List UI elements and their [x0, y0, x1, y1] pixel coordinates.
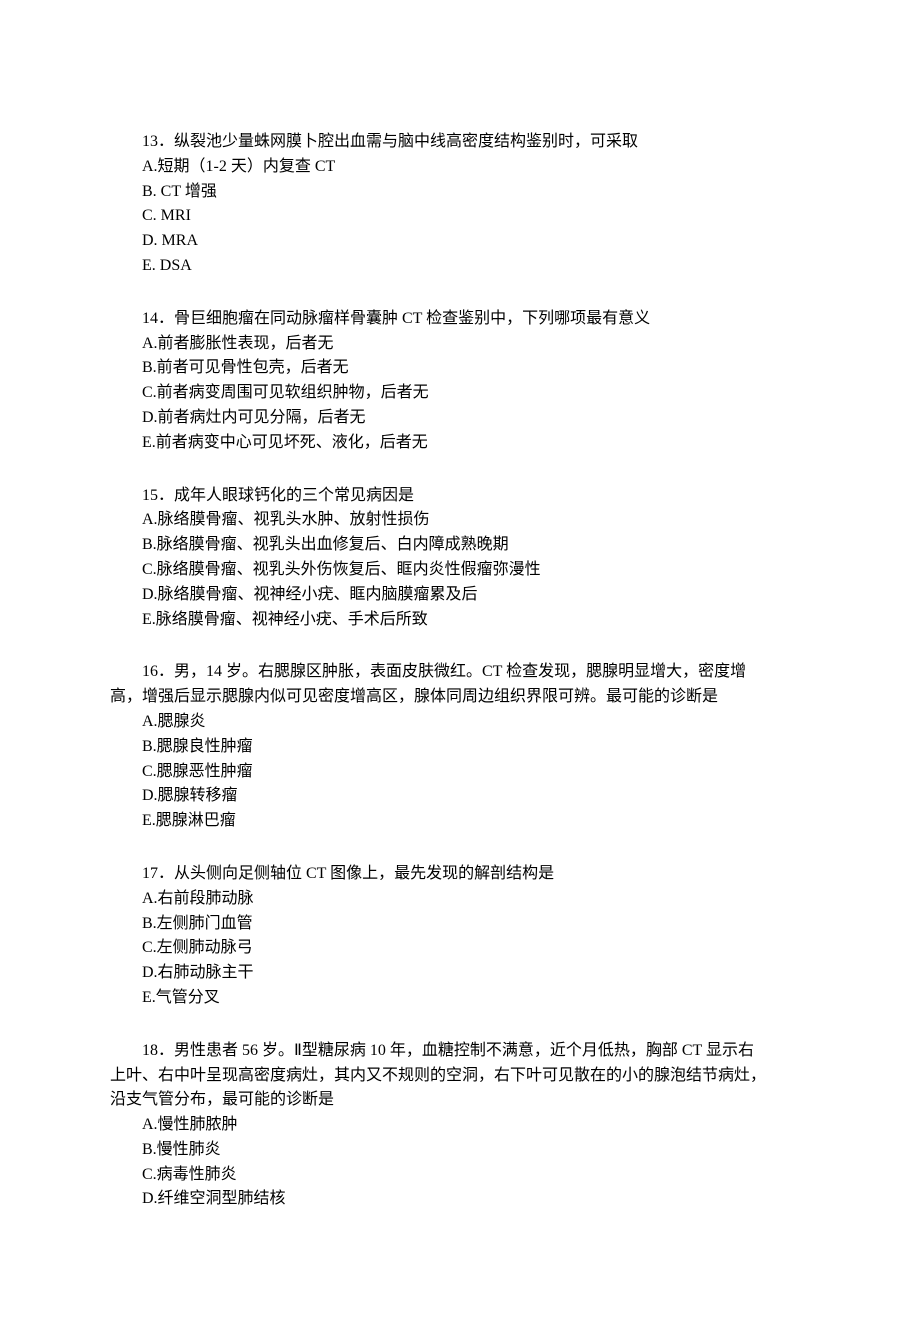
question-17: 17．从头侧向足侧轴位 CT 图像上，最先发现的解剖结构是 A.右前段肺动脉 B…: [110, 862, 810, 1011]
option-a: A.右前段肺动脉: [110, 887, 810, 912]
option-e: E.气管分叉: [110, 986, 810, 1011]
option-a: A.脉络膜骨瘤、视乳头水肿、放射性损伤: [110, 508, 810, 533]
option-b: B.慢性肺炎: [110, 1138, 810, 1163]
option-c: C.左侧肺动脉弓: [110, 936, 810, 961]
question-number: 14: [142, 310, 158, 327]
option-c: C.脉络膜骨瘤、视乳头外伤恢复后、眶内炎性假瘤弥漫性: [110, 558, 810, 583]
option-e: E. DSA: [110, 254, 810, 279]
question-number: 17: [142, 865, 158, 882]
stem-text: ．从头侧向足侧轴位 CT 图像上，最先发现的解剖结构是: [158, 865, 554, 882]
option-d: D.腮腺转移瘤: [110, 784, 810, 809]
question-number: 13: [142, 133, 158, 150]
question-16: 16．男，14 岁。右腮腺区肿胀，表面皮肤微红。CT 检查发现，腮腺明显增大，密…: [110, 660, 810, 834]
stem-continuation: 沿支气管分布，最可能的诊断是: [110, 1088, 810, 1113]
stem-text: ．男性患者 56 岁。Ⅱ型糖尿病 10 年，血糖控制不满意，近个月低热，胸部 C…: [158, 1042, 754, 1059]
question-stem: 18．男性患者 56 岁。Ⅱ型糖尿病 10 年，血糖控制不满意，近个月低热，胸部…: [110, 1039, 810, 1064]
option-a: A.前者膨胀性表现，后者无: [110, 332, 810, 357]
question-number: 15: [142, 487, 158, 504]
option-a: A.慢性肺脓肿: [110, 1113, 810, 1138]
option-d: D.前者病灶内可见分隔，后者无: [110, 406, 810, 431]
option-a: A.短期（1-2 天）内复查 CT: [110, 155, 810, 180]
option-b: B.腮腺良性肿瘤: [110, 735, 810, 760]
stem-continuation: 上叶、右中叶呈现高密度病灶，其内又不规则的空洞，右下叶可见散在的小的腺泡结节病灶…: [110, 1064, 810, 1089]
option-e: E.腮腺淋巴瘤: [110, 809, 810, 834]
option-e: E.前者病变中心可见坏死、液化，后者无: [110, 431, 810, 456]
option-b: B.脉络膜骨瘤、视乳头出血修复后、白内障成熟晚期: [110, 533, 810, 558]
question-stem: 13．纵裂池少量蛛网膜卜腔出血需与脑中线高密度结构鉴别时，可采取: [110, 130, 810, 155]
question-14: 14．骨巨细胞瘤在同动脉瘤样骨囊肿 CT 检查鉴别中，下列哪项最有意义 A.前者…: [110, 307, 810, 456]
question-stem: 16．男，14 岁。右腮腺区肿胀，表面皮肤微红。CT 检查发现，腮腺明显增大，密…: [110, 660, 810, 685]
option-b: B.前者可见骨性包壳，后者无: [110, 356, 810, 381]
stem-text: ．纵裂池少量蛛网膜卜腔出血需与脑中线高密度结构鉴别时，可采取: [158, 133, 638, 150]
option-c: C. MRI: [110, 204, 810, 229]
option-d: D.脉络膜骨瘤、视神经小疣、眶内脑膜瘤累及后: [110, 583, 810, 608]
question-stem: 14．骨巨细胞瘤在同动脉瘤样骨囊肿 CT 检查鉴别中，下列哪项最有意义: [110, 307, 810, 332]
question-number: 16: [142, 663, 158, 680]
question-stem: 17．从头侧向足侧轴位 CT 图像上，最先发现的解剖结构是: [110, 862, 810, 887]
stem-continuation: 高，增强后显示腮腺内似可见密度增高区，腺体同周边组织界限可辨。最可能的诊断是: [110, 685, 810, 710]
option-d: D. MRA: [110, 229, 810, 254]
option-d: D.纤维空洞型肺结核: [110, 1187, 810, 1212]
stem-text: ．男，14 岁。右腮腺区肿胀，表面皮肤微红。CT 检查发现，腮腺明显增大，密度增: [158, 663, 746, 680]
stem-text: ．成年人眼球钙化的三个常见病因是: [158, 487, 414, 504]
question-13: 13．纵裂池少量蛛网膜卜腔出血需与脑中线高密度结构鉴别时，可采取 A.短期（1-…: [110, 130, 810, 279]
option-b: B.左侧肺门血管: [110, 912, 810, 937]
option-c: C.前者病变周围可见软组织肿物，后者无: [110, 381, 810, 406]
option-c: C.腮腺恶性肿瘤: [110, 760, 810, 785]
option-a: A.腮腺炎: [110, 710, 810, 735]
stem-text: ．骨巨细胞瘤在同动脉瘤样骨囊肿 CT 检查鉴别中，下列哪项最有意义: [158, 310, 650, 327]
option-e: E.脉络膜骨瘤、视神经小疣、手术后所致: [110, 608, 810, 633]
option-b: B. CT 增强: [110, 180, 810, 205]
option-d: D.右肺动脉主干: [110, 961, 810, 986]
option-c: C.病毒性肺炎: [110, 1163, 810, 1188]
question-18: 18．男性患者 56 岁。Ⅱ型糖尿病 10 年，血糖控制不满意，近个月低热，胸部…: [110, 1039, 810, 1213]
question-number: 18: [142, 1042, 158, 1059]
question-stem: 15．成年人眼球钙化的三个常见病因是: [110, 484, 810, 509]
question-15: 15．成年人眼球钙化的三个常见病因是 A.脉络膜骨瘤、视乳头水肿、放射性损伤 B…: [110, 484, 810, 633]
